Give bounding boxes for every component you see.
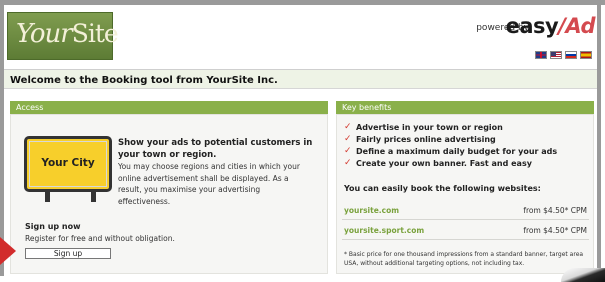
language-selector — [535, 51, 592, 59]
access-title: Show your ads to potential customers in … — [118, 138, 313, 160]
es-flag-icon[interactable] — [580, 51, 592, 59]
access-panel-header: Access — [10, 101, 328, 114]
logo-text: YourSite — [16, 19, 119, 49]
us-flag-icon[interactable] — [550, 51, 562, 59]
easyad-logo[interactable]: easy/Ad — [505, 14, 596, 38]
website-row: yoursite.com from $4.50* CPM — [342, 202, 589, 220]
signup-description: Register for free and without obligation… — [25, 234, 175, 243]
signup-title: Sign up now — [25, 222, 81, 231]
book-websites-title: You can easily book the following websit… — [344, 184, 541, 193]
list-item: ✓ Advertise in your town or region — [344, 121, 557, 133]
pointer-arrow-icon — [0, 237, 16, 265]
website-price: from $4.50* CPM — [523, 226, 587, 235]
benefit-text: Advertise in your town or region — [356, 122, 503, 132]
benefits-panel-header: Key benefits — [336, 101, 594, 114]
signup-button[interactable]: Sign up — [25, 248, 111, 259]
city-sign-label: Your City — [41, 157, 95, 169]
yoursite-logo[interactable]: YourSite — [7, 12, 119, 60]
welcome-heading: Welcome to the Booking tool from YourSit… — [10, 75, 278, 86]
logo-script: Your — [16, 19, 73, 49]
check-icon: ✓ — [344, 122, 352, 132]
benefit-text: Fairly prices online advertising — [356, 134, 496, 144]
list-item: ✓ Create your own banner. Fast and easy — [344, 157, 557, 169]
website-link[interactable]: yoursite.sport.com — [344, 222, 424, 239]
ru-flag-icon[interactable] — [565, 51, 577, 59]
uk-flag-icon[interactable] — [535, 51, 547, 59]
benefit-text: Define a maximum daily budget for your a… — [356, 146, 558, 156]
brand-easy: easy — [505, 14, 559, 38]
page-curl-icon — [561, 268, 605, 282]
sign-post-left — [45, 192, 50, 202]
list-item: ✓ Define a maximum daily budget for your … — [344, 145, 557, 157]
website-row: yoursite.sport.com from $4.50* CPM — [342, 222, 589, 240]
benefit-text: Create your own banner. Fast and easy — [356, 158, 532, 168]
logo-site: Site — [71, 19, 119, 48]
website-link[interactable]: yoursite.com — [344, 202, 399, 219]
bottom-edge — [0, 276, 605, 282]
website-price: from $4.50* CPM — [523, 206, 587, 215]
check-icon: ✓ — [344, 158, 352, 168]
sign-post-right — [91, 192, 96, 202]
check-icon: ✓ — [344, 134, 352, 144]
list-item: ✓ Fairly prices online advertising — [344, 133, 557, 145]
access-description: You may choose regions and cities in whi… — [118, 162, 300, 206]
benefits-list: ✓ Advertise in your town or region ✓ Fairl… — [344, 121, 557, 169]
check-icon: ✓ — [344, 146, 352, 156]
brand-ad: Ad — [565, 14, 595, 38]
price-footnote: * Basic price for one thousand impressio… — [344, 251, 584, 267]
